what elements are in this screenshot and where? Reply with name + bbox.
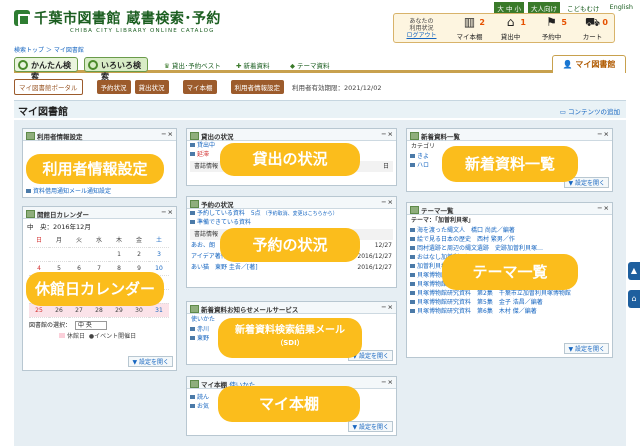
- theme-link[interactable]: ◆ テーマ資料: [290, 60, 330, 70]
- minimize-close-icon[interactable]: −×: [597, 130, 610, 138]
- person-icon: 👤: [562, 60, 573, 69]
- minimize-close-icon[interactable]: −×: [161, 208, 174, 216]
- tab-my-library[interactable]: 👤 マイ図書館: [552, 55, 626, 73]
- home-button[interactable]: ⌂: [628, 290, 640, 308]
- panel-header: 新着資料お知らせメールサービス −×: [187, 302, 396, 314]
- panel-header: 予約の状況 −×: [187, 197, 396, 209]
- library-select-row: 図書館の選択： 中 央: [23, 318, 176, 331]
- calendar-legend: 休館日 ●イベント開催日: [59, 331, 176, 340]
- loan-status-button[interactable]: 貸出状況: [134, 80, 169, 94]
- search-icon: [88, 60, 98, 70]
- overlay-userinfo: 利用者情報設定: [26, 154, 164, 184]
- reserve-status-button[interactable]: 予約状況: [96, 80, 131, 94]
- site-title: 千葉市図書館 蔵書検索･予約: [34, 11, 221, 27]
- overlay-shelf: マイ本棚: [218, 386, 360, 422]
- panel-header: 開館日カレンダー −×: [23, 207, 176, 219]
- page: 千葉市図書館 蔵書検索･予約 CHIBA CITY LIBRARY ONLINE…: [0, 0, 640, 446]
- minimize-close-icon[interactable]: −×: [597, 204, 610, 212]
- my-shelf-button[interactable]: ▥ 2 マイ本棚: [449, 15, 490, 41]
- overlay-newbooks: 新着資料一覧: [442, 146, 578, 182]
- reserve-row[interactable]: あい猫 東野 圭吾／[著] 2016/12/27: [187, 262, 396, 273]
- page-title: マイ図書館: [18, 107, 68, 118]
- closed-day-swatch: [59, 332, 65, 338]
- new-arrivals-link[interactable]: ✚ 新着資料: [236, 60, 269, 70]
- theme-item[interactable]: 海を渡った縄文人 橋口 尚武／編著: [407, 226, 612, 235]
- library-logo-icon: [14, 10, 30, 26]
- calendar-settings-button[interactable]: ▼ 設定を開く: [128, 356, 173, 367]
- site-subtitle: CHIBA CITY LIBRARY ONLINE CATALOG: [70, 28, 215, 34]
- theme-item[interactable]: 絵で見る日本の歴史 西村 繁男／作: [407, 235, 612, 244]
- header: 千葉市図書館 蔵書検索･予約 CHIBA CITY LIBRARY ONLINE…: [0, 0, 640, 45]
- expiry-date: 利用者有効期限：2021/12/02: [292, 84, 382, 92]
- reservations-button[interactable]: ⚑ 5 予約中: [531, 15, 572, 41]
- minimize-close-icon[interactable]: −×: [161, 130, 174, 138]
- add-content-link[interactable]: ▭ コンテンツの追加: [560, 106, 620, 116]
- page-title-bar: マイ図書館 ▭ コンテンツの追加: [14, 100, 626, 118]
- scroll-up-button[interactable]: ▲: [628, 262, 640, 280]
- panel-header: 貸出の状況 −×: [187, 129, 396, 141]
- theme-item[interactable]: 貝塚博物館研究資料 第2集 千葉市立加曽利貝塚博物館: [407, 289, 612, 298]
- loans-button[interactable]: ⌂ 1 貸出中: [490, 15, 531, 41]
- calendar-month: 中 央：2016年12月: [27, 223, 91, 231]
- site-logo[interactable]: 千葉市図書館 蔵書検索･予約: [14, 8, 221, 28]
- overlay-loan: 貸出の状況: [220, 143, 360, 176]
- best-link[interactable]: ♛ 貸出･予約ベスト: [164, 60, 221, 70]
- theme-item[interactable]: 岡村遺跡と周辺の縄文遺跡 史跡加曽利貝塚…: [407, 244, 612, 253]
- panel-header: 新着資料一覧 −×: [407, 129, 612, 141]
- mylib-subnav: マイ図書館ポータル 予約状況 貸出状況 マイ本棚 利用者情報設定 利用者有効期限…: [14, 79, 381, 95]
- overlay-theme: テーマ一覧: [442, 254, 578, 290]
- reserve-count: 5: [561, 17, 567, 27]
- breadcrumb[interactable]: 検索トップ ＞ マイ図書館: [14, 45, 84, 54]
- theme-item[interactable]: 貝塚博物館研究資料 第6集 木村 傑／編著: [407, 307, 612, 316]
- user-status-bar: あなたの 利用状況 ログアウト ▥ 2 マイ本棚 ⌂ 1 貸出中 ⚑ 5 予約中…: [393, 13, 615, 43]
- minimize-close-icon[interactable]: −×: [381, 130, 394, 138]
- overlay-newmail: 新着資料検索結果メール （SDI）: [218, 318, 362, 358]
- main-tabs: かんたん検索 いろいろ検索 ♛ 貸出･予約ベスト ✚ 新着資料 ◆ テーマ資料 👤 マ…: [14, 55, 626, 81]
- overlay-reserve: 予約の状況: [220, 228, 360, 262]
- minimize-close-icon[interactable]: −×: [381, 303, 394, 311]
- cart-count: 0: [602, 17, 608, 27]
- tab-detailed-search[interactable]: いろいろ検索: [84, 57, 148, 81]
- overlay-calendar: 休館日カレンダー: [26, 272, 164, 306]
- shelf-settings-button[interactable]: ▼ 設定を開く: [348, 421, 393, 432]
- theme-settings-button[interactable]: ▼ 設定を開く: [564, 343, 609, 354]
- theme-item[interactable]: 貝塚博物館研究資料 第5集 金子 浩昌／編著: [407, 298, 612, 307]
- loan-count: 1: [520, 17, 526, 27]
- library-select[interactable]: 中 央: [74, 320, 107, 330]
- portal-button[interactable]: マイ図書館ポータル: [14, 79, 83, 95]
- trophy-icon: ♛: [164, 62, 170, 70]
- tag-icon: ◆: [290, 62, 295, 70]
- search-icon: [18, 60, 28, 70]
- theme-name: テーマ：「加曽利貝塚」: [411, 217, 475, 224]
- tab-simple-search[interactable]: かんたん検索: [14, 57, 78, 81]
- reserve-count-link[interactable]: 予約している資料 5点 （予約取消、変更はこちらから）: [187, 209, 396, 218]
- user-settings-button[interactable]: 利用者情報設定: [230, 80, 284, 94]
- user-info: あなたの 利用状況 ログアウト: [394, 18, 449, 39]
- minimize-close-icon[interactable]: −×: [381, 378, 394, 386]
- panel-header: テーマ一覧 −×: [407, 203, 612, 215]
- logout-link[interactable]: ログアウト: [394, 32, 449, 39]
- panel-header: 利用者情報設定 −×: [23, 129, 176, 141]
- ready-items-link[interactable]: 準備できている資料: [187, 218, 396, 227]
- shelf-count: 2: [479, 17, 485, 27]
- plus-icon: ✚: [236, 62, 242, 70]
- minimize-close-icon[interactable]: −×: [381, 198, 394, 206]
- cart-button[interactable]: ⛟ 0 カート: [572, 15, 613, 41]
- my-shelf-subnav-button[interactable]: マイ本棚: [182, 80, 217, 94]
- window-icon: ▭: [559, 108, 566, 116]
- mail-setting-link[interactable]: 資料借用通知メール通知設定: [23, 187, 176, 196]
